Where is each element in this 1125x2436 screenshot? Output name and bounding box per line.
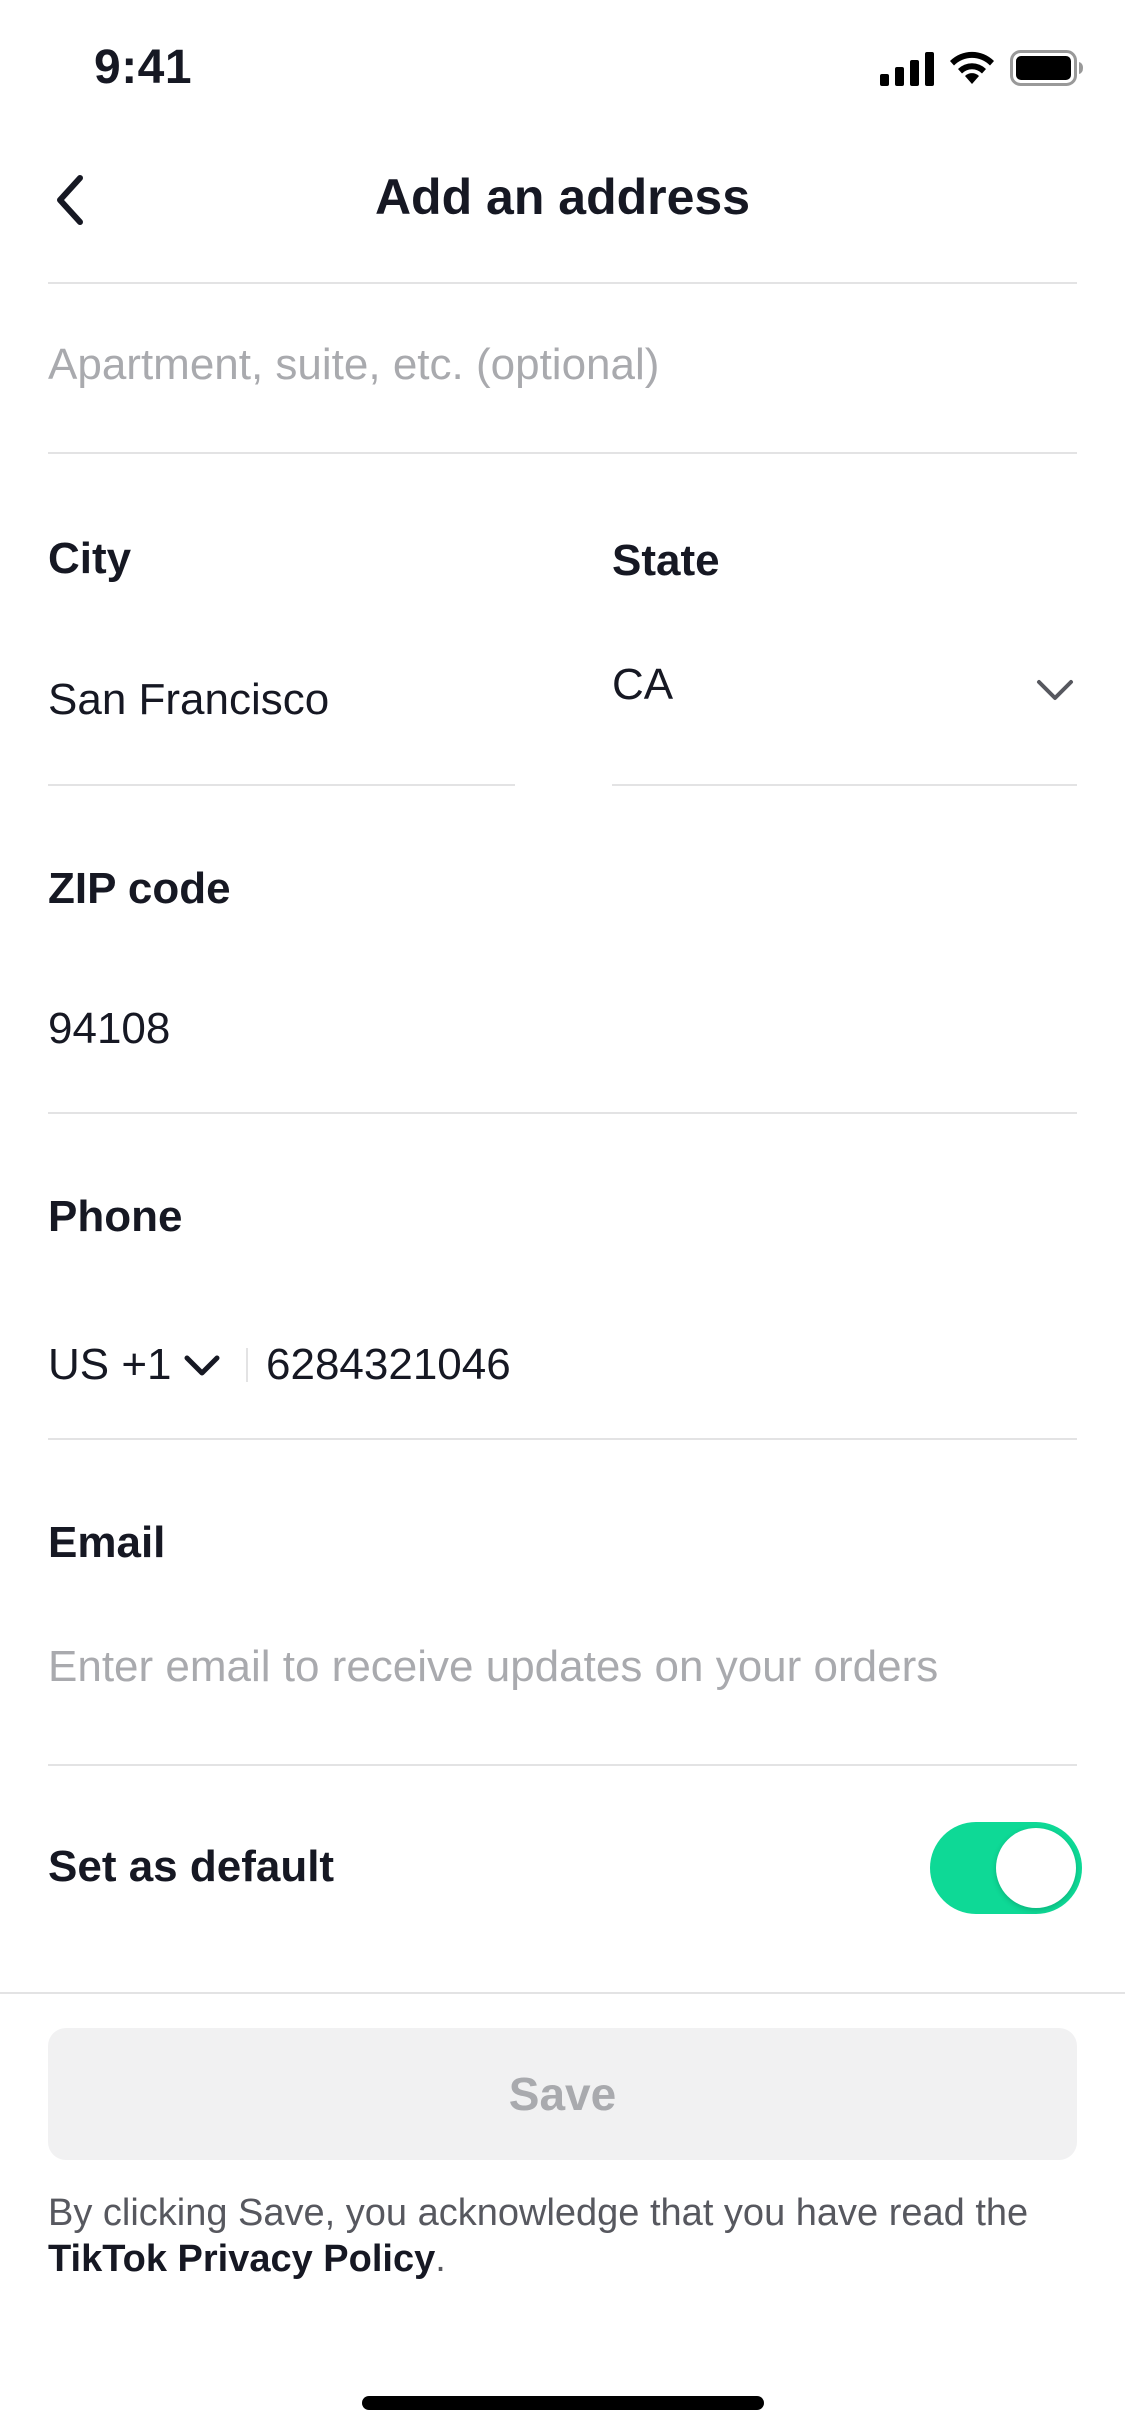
divider [48, 1438, 1077, 1440]
state-label: State [612, 536, 720, 585]
toggle-knob [996, 1828, 1076, 1908]
city-label: City [48, 534, 132, 583]
privacy-disclaimer: By clicking Save, you acknowledge that y… [48, 2190, 1077, 2282]
page-title: Add an address [374, 169, 751, 225]
zip-label: ZIP code [48, 864, 231, 913]
phone-input[interactable] [266, 1330, 1077, 1400]
divider [48, 1112, 1077, 1114]
apartment-input[interactable] [48, 330, 1077, 400]
state-value: CA [612, 660, 674, 709]
chevron-down-icon [1037, 680, 1073, 700]
disclaimer-suffix: . [435, 2238, 446, 2280]
add-address-screen: 9:41 Add an address City [0, 0, 1125, 2436]
email-input[interactable] [48, 1632, 1077, 1702]
privacy-policy-link[interactable]: TikTok Privacy Policy [48, 2238, 435, 2280]
save-button[interactable]: Save [48, 2028, 1077, 2160]
city-input[interactable] [48, 665, 513, 735]
divider [48, 452, 1077, 454]
divider [612, 784, 1077, 786]
navigation-bar: Add an address [0, 140, 1125, 260]
country-code-value: US +1 [48, 1340, 172, 1389]
divider [48, 784, 515, 786]
set-default-label: Set as default [48, 1842, 335, 1891]
phone-separator [246, 1348, 248, 1382]
phone-label: Phone [48, 1192, 183, 1241]
wifi-icon [950, 51, 994, 84]
battery-icon [1010, 50, 1083, 86]
divider [48, 282, 1077, 284]
footer-divider [0, 1992, 1125, 1994]
country-code-select[interactable]: US +1 [48, 1330, 222, 1400]
cellular-signal-icon [880, 52, 934, 86]
home-indicator [362, 2396, 764, 2410]
chevron-down-icon [184, 1355, 220, 1376]
email-label: Email [48, 1518, 166, 1567]
disclaimer-prefix: By clicking Save, you acknowledge that y… [48, 2192, 1029, 2234]
state-select[interactable]: CA [612, 650, 1077, 730]
status-bar: 9:41 [0, 0, 1125, 140]
status-time: 9:41 [94, 41, 193, 94]
set-default-toggle[interactable] [930, 1822, 1082, 1914]
zip-input[interactable] [48, 994, 1077, 1064]
divider [48, 1764, 1077, 1766]
